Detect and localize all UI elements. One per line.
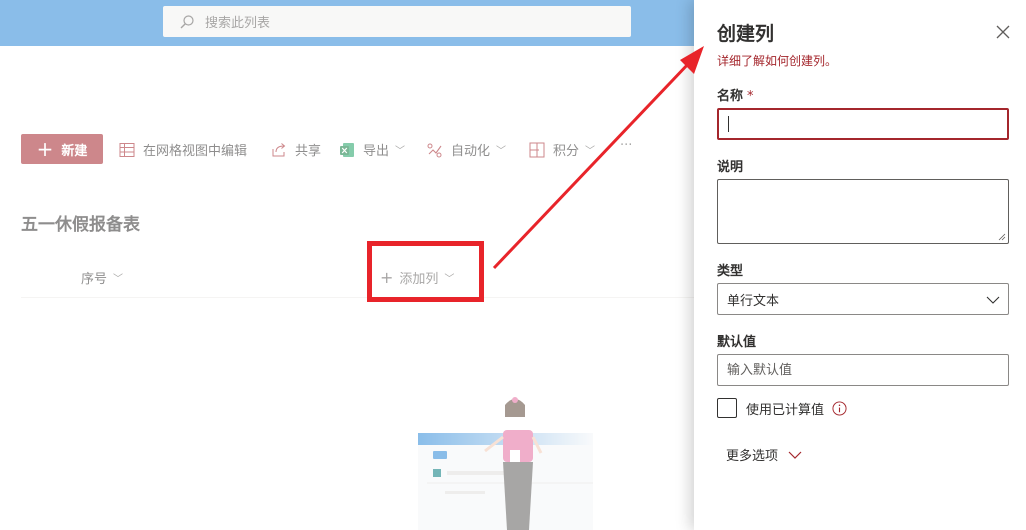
annotation-highlight-box — [367, 241, 484, 302]
panel-title: 创建列 — [717, 23, 775, 45]
info-icon[interactable] — [832, 400, 847, 416]
calculated-value-checkbox[interactable] — [717, 398, 737, 418]
name-input[interactable] — [717, 108, 1009, 140]
type-label: 类型 — [717, 264, 744, 279]
create-column-panel: 创建列 详细了解如何创建列。 名称* 说明 类型 单行文本 默认值 使用已计算值… — [694, 0, 1026, 530]
type-select-value: 单行文本 — [727, 293, 780, 309]
calculated-value-option: 使用已计算值 — [717, 398, 847, 418]
dim-overlay — [0, 0, 694, 530]
more-options-toggle[interactable]: 更多选项 — [726, 445, 802, 464]
type-select[interactable]: 单行文本 — [717, 283, 1009, 315]
close-icon[interactable] — [995, 24, 1011, 40]
learn-more-link[interactable]: 详细了解如何创建列。 — [717, 52, 837, 69]
default-value-input[interactable] — [717, 354, 1009, 386]
resize-grip-icon[interactable] — [998, 233, 1006, 241]
more-options-label: 更多选项 — [726, 449, 779, 464]
chevron-down-icon — [986, 296, 1000, 304]
name-label: 名称 * — [717, 85, 754, 104]
description-textarea[interactable] — [717, 179, 1009, 244]
text-caret — [728, 116, 729, 132]
calculated-value-label: 使用已计算值 — [746, 402, 825, 418]
chevron-down-icon — [788, 451, 802, 459]
description-label: 说明 — [717, 160, 744, 175]
name-label-text: 名称 — [717, 89, 744, 104]
default-value-label: 默认值 — [717, 335, 757, 350]
required-mark: * — [747, 89, 754, 104]
